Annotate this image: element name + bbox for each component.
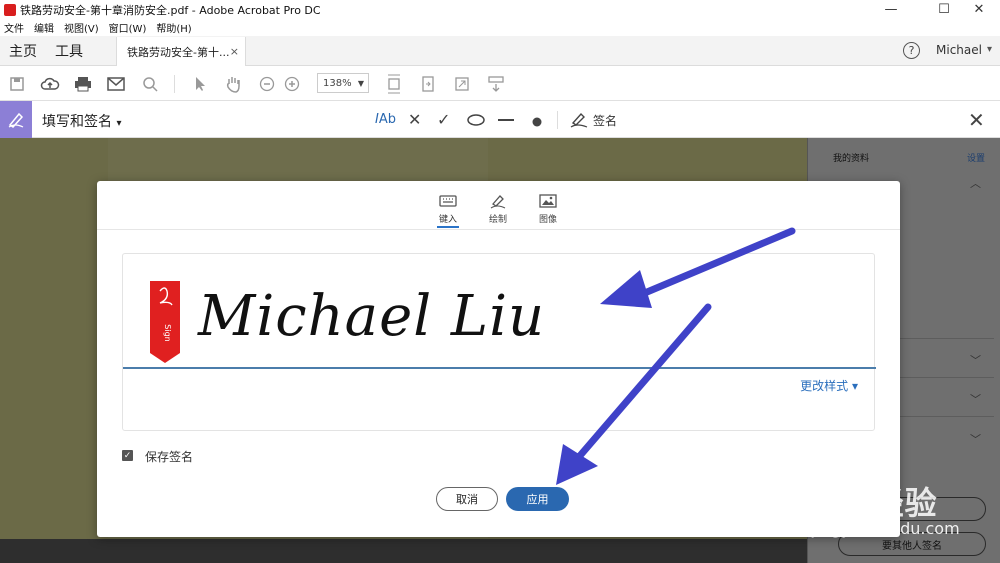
- maximize-button[interactable]: ☐: [927, 0, 961, 19]
- hand-tool-icon[interactable]: [223, 74, 243, 94]
- fill-sign-divider: [557, 111, 558, 129]
- toolbar-divider: [174, 75, 175, 93]
- zoom-in-icon[interactable]: [282, 74, 302, 94]
- menu-window[interactable]: 窗口(W): [109, 20, 147, 35]
- fit-page-icon[interactable]: [384, 74, 404, 94]
- acrobat-logo-icon: [4, 3, 16, 16]
- full-screen-icon[interactable]: [452, 74, 472, 94]
- search-icon[interactable]: [140, 74, 160, 94]
- zoom-out-icon[interactable]: [257, 74, 277, 94]
- chevron-down-icon[interactable]: ﹀: [970, 352, 981, 368]
- title-bar: 铁路劳动安全-第十章消防安全.pdf - Adobe Acrobat Pro D…: [0, 0, 1000, 19]
- rotate-page-icon[interactable]: [418, 74, 438, 94]
- scroll-mode-icon[interactable]: [486, 74, 506, 94]
- signature-baseline: [123, 367, 876, 369]
- menu-file[interactable]: 文件: [4, 20, 24, 35]
- line-icon[interactable]: [497, 112, 515, 131]
- ellipse-icon[interactable]: [466, 112, 486, 131]
- fill-sign-menu[interactable]: 填写和签名 ▾: [42, 111, 121, 131]
- dot-icon[interactable]: [531, 113, 543, 132]
- baidu-watermark-url: jingyan.baidu.com: [812, 519, 960, 538]
- page-navigation-bar: [0, 539, 807, 563]
- minimize-button[interactable]: —: [874, 0, 908, 19]
- cross-mark-icon[interactable]: ✕: [408, 110, 421, 129]
- main-toolbar: [0, 67, 1000, 101]
- keyboard-icon: [428, 190, 468, 212]
- image-icon: [528, 190, 568, 212]
- my-profile-label: 我的资料: [833, 154, 870, 164]
- chevron-up-icon[interactable]: ︿: [970, 175, 981, 191]
- chevron-down-icon[interactable]: ﹀: [970, 431, 981, 447]
- select-cursor-icon[interactable]: [190, 74, 210, 94]
- tab-draw[interactable]: 绘制: [478, 190, 518, 225]
- menu-help[interactable]: 帮助(H): [156, 20, 191, 35]
- save-signature-label: 保存签名: [145, 450, 194, 464]
- close-fill-sign-icon[interactable]: ✕: [968, 108, 985, 132]
- zoom-level-select[interactable]: 138% ▼: [317, 73, 369, 93]
- fill-sign-toolbar: 填写和签名 ▾ IAb ✕ ✓ 签名 ✕: [0, 101, 1000, 138]
- tab-document[interactable]: 铁路劳动安全-第十... ×: [116, 37, 246, 66]
- save-icon[interactable]: [7, 74, 27, 94]
- fill-sign-label: 填写和签名: [42, 114, 112, 130]
- menu-bar: 文件 编辑 视图(V) 窗口(W) 帮助(H): [0, 19, 1000, 36]
- sign-pen-icon[interactable]: [569, 110, 589, 132]
- ribbon-sign-text: Sign: [163, 324, 172, 341]
- cancel-button[interactable]: 取消: [436, 487, 498, 511]
- chevron-down-icon: ▼: [357, 78, 364, 88]
- save-signature-checkbox[interactable]: ✓: [122, 450, 133, 461]
- tabs-divider: [97, 229, 900, 230]
- tab-image-label: 图像: [538, 215, 557, 225]
- tab-draw-label: 绘制: [488, 215, 507, 225]
- sign-ribbon-icon: Sign: [150, 281, 180, 363]
- window-title: 铁路劳动安全-第十章消防安全.pdf - Adobe Acrobat Pro D…: [20, 3, 321, 17]
- signature-preview: Michael Liu: [198, 284, 546, 349]
- settings-link[interactable]: 设置: [967, 151, 985, 164]
- pen-draw-icon: [478, 190, 518, 212]
- change-style-link[interactable]: 更改样式 ▾: [800, 377, 858, 394]
- baidu-watermark-logo: Baidu经验: [764, 484, 938, 522]
- document-tab-label: 铁路劳动安全-第十...: [127, 45, 230, 59]
- tab-type-label: 键入: [438, 215, 457, 225]
- email-icon[interactable]: [106, 74, 126, 94]
- add-text-label: Ab: [378, 112, 396, 127]
- menu-edit[interactable]: 编辑: [34, 20, 54, 35]
- add-text-tool[interactable]: IAb: [375, 112, 396, 127]
- print-icon[interactable]: [73, 74, 93, 94]
- menu-view[interactable]: 视图(V): [64, 20, 99, 35]
- check-mark-icon[interactable]: ✓: [437, 110, 450, 129]
- tabs-row: 主页 工具 铁路劳动安全-第十... ×: [0, 36, 1000, 66]
- chevron-down-icon: ▾: [116, 118, 122, 129]
- tab-type[interactable]: 键入: [428, 190, 468, 225]
- apply-button[interactable]: 应用: [506, 487, 569, 511]
- user-menu-arrow-icon[interactable]: ▾: [987, 44, 992, 55]
- fill-sign-pen-icon[interactable]: [0, 101, 32, 138]
- tab-home[interactable]: 主页: [0, 36, 46, 65]
- tab-image[interactable]: 图像: [528, 190, 568, 225]
- user-name[interactable]: Michael: [936, 43, 982, 57]
- active-tab-indicator: [437, 226, 459, 228]
- close-window-button[interactable]: ✕: [962, 0, 996, 19]
- chevron-down-icon[interactable]: ﹀: [970, 391, 981, 407]
- tab-tools[interactable]: 工具: [46, 36, 92, 65]
- upload-cloud-icon[interactable]: [40, 74, 60, 94]
- zoom-level-value: 138%: [323, 77, 352, 89]
- signature-area[interactable]: Sign Michael Liu 更改样式 ▾: [122, 253, 876, 431]
- help-icon[interactable]: ?: [903, 42, 920, 59]
- sign-label[interactable]: 签名: [593, 112, 617, 129]
- close-tab-icon[interactable]: ×: [230, 45, 239, 58]
